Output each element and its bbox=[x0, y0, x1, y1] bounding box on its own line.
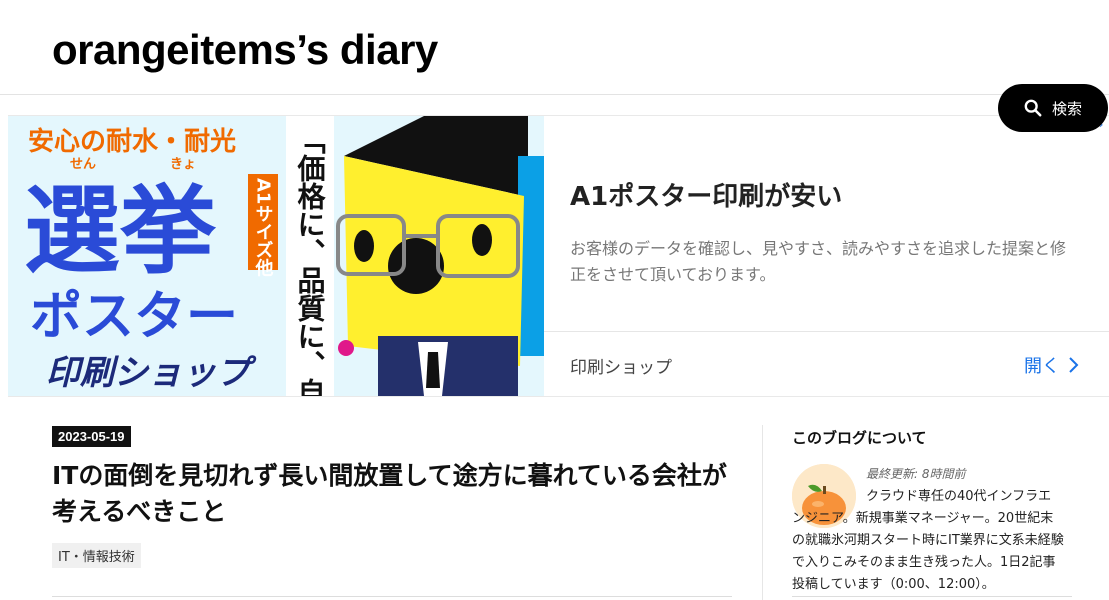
entry-category[interactable]: IT・情報技術 bbox=[52, 543, 141, 568]
sidebar-divider bbox=[762, 425, 763, 600]
ad-image[interactable]: 安心の耐水・耐光 せん きょ 選挙 A1サイズ他 ポスター 印刷ショップ 「価格… bbox=[8, 116, 544, 396]
divider bbox=[52, 596, 732, 597]
ad-banner[interactable]: 安心の耐水・耐光 せん きょ 選挙 A1サイズ他 ポスター 印刷ショップ 「価格… bbox=[8, 115, 1109, 397]
ad-illustration: 安心の耐水・耐光 せん きょ 選挙 A1サイズ他 ポスター 印刷ショップ 「価格… bbox=[8, 116, 544, 396]
search-icon bbox=[1024, 99, 1042, 117]
ad-description: お客様のデータを確認し、見やすさ、読みやすさを追求した提案と修正をさせて頂いてお… bbox=[570, 239, 1067, 284]
ad-shop-logo: 印刷ショップ bbox=[46, 353, 257, 393]
ad-text-poster: ポスター bbox=[30, 287, 238, 347]
ad-advertiser[interactable]: 印刷ショップ bbox=[570, 353, 672, 378]
ad-open-label: 開く bbox=[1024, 356, 1060, 377]
ad-text-top: 安心の耐水・耐光 bbox=[28, 127, 236, 157]
ad-ruby-kyo: きょ bbox=[170, 157, 196, 172]
ad-vertical-text: 「価格に、品質に、自信！」 bbox=[294, 126, 327, 396]
last-updated: 最終更新: 8時間前 bbox=[866, 467, 966, 481]
search-label: 検索 bbox=[1051, 99, 1082, 118]
ad-headline[interactable]: A1ポスター印刷が安い bbox=[570, 176, 842, 213]
ad-open-button[interactable]: 開く bbox=[1024, 352, 1080, 378]
ad-side-tag: A1サイズ他 bbox=[253, 178, 275, 276]
search-button[interactable]: 検索 bbox=[998, 84, 1108, 132]
ad-divider bbox=[544, 331, 1109, 332]
sidebar-rule bbox=[792, 596, 1072, 597]
sidebar-heading: このブログについて bbox=[792, 429, 927, 447]
blog-title[interactable]: orangeitems’s diary bbox=[52, 26, 438, 74]
ad-ruby-sen: せん bbox=[70, 157, 96, 172]
profile-description: クラウド専任の40代インフラエンジニア。新規事業マネージャー。20世紀末の就職氷… bbox=[792, 489, 1064, 592]
blog-header: orangeitems’s diary bbox=[0, 0, 1109, 95]
ad-text-big: 選挙 bbox=[24, 175, 217, 287]
chevron-right-icon bbox=[1069, 357, 1079, 373]
entry-date[interactable]: 2023-05-19 bbox=[52, 426, 131, 447]
entry-title[interactable]: ITの面倒を見切れず長い間放置して途方に暮れている会社が考えるべきこと bbox=[52, 458, 732, 530]
